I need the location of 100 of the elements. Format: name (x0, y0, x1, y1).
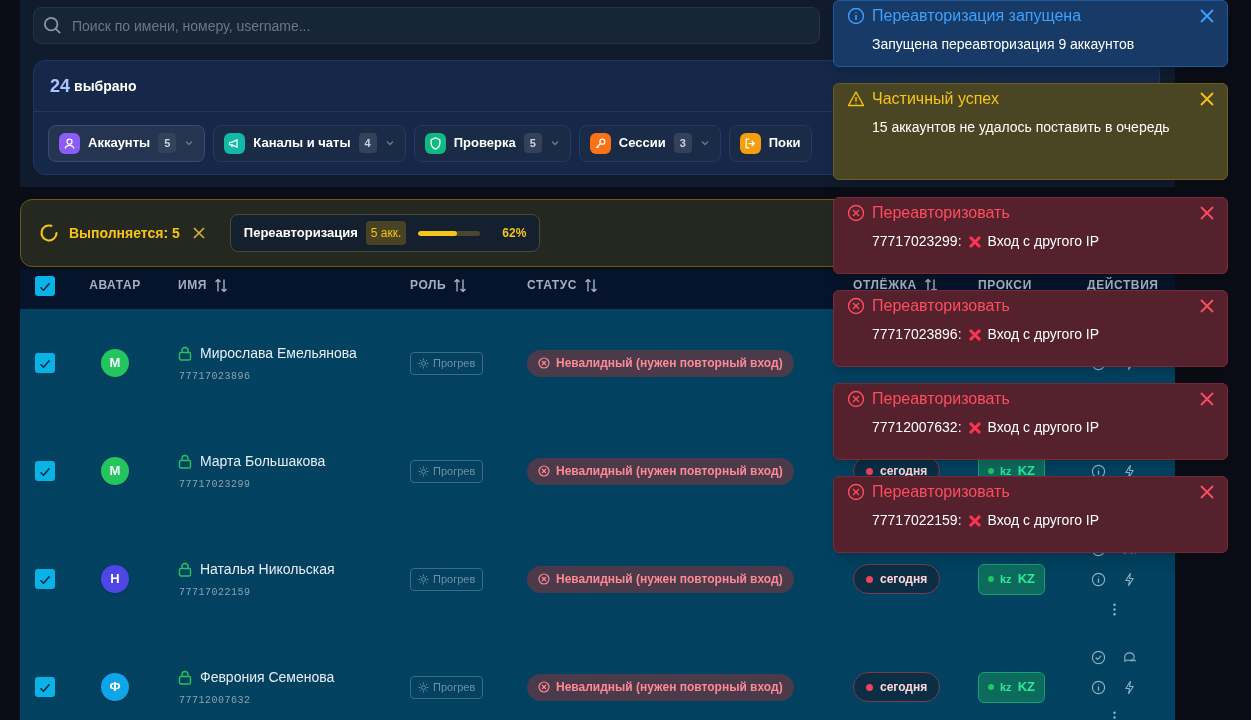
phone-number: 77717022159: (872, 511, 962, 530)
checkbox[interactable] (35, 677, 55, 697)
check-icon (40, 466, 50, 476)
action-chip[interactable]: Аккаунты 5 (48, 124, 206, 162)
count-badge: 5 (158, 132, 177, 154)
close-button[interactable] (1200, 206, 1214, 220)
warning-icon (847, 90, 865, 108)
close-button[interactable] (1200, 92, 1214, 106)
info-icon[interactable] (1090, 463, 1106, 479)
toast-message: Запущена переавторизация 9 аккаунтов (872, 35, 1136, 54)
check-icon (40, 358, 50, 368)
checkbox[interactable] (35, 569, 55, 589)
error-icon (538, 357, 550, 369)
toast-title: Переавторизовать (872, 296, 1011, 316)
search-icon (44, 17, 61, 34)
task-percent: 62% (502, 225, 527, 242)
close-icon (1200, 485, 1214, 499)
info-icon[interactable] (1090, 571, 1106, 587)
task-name: Переавторизация (243, 224, 358, 243)
close-icon (1200, 392, 1214, 406)
close-button[interactable] (191, 226, 206, 240)
role-badge: Прогрев (410, 675, 484, 699)
status-dot-icon (866, 683, 873, 691)
sun-icon (418, 681, 429, 693)
action-chip[interactable]: Проверка 5 (413, 124, 571, 162)
cross-icon (967, 234, 982, 249)
error-icon (847, 204, 865, 222)
search-field[interactable]: Поиск по имени, номеру, username... (33, 7, 820, 44)
chat-icon[interactable] (1121, 649, 1137, 665)
count-badge: 4 (358, 132, 377, 154)
checkbox[interactable] (35, 353, 55, 373)
close-icon (1200, 206, 1214, 220)
status-badge: Невалидный (нужен повторный вход) (527, 457, 794, 485)
close-icon (1200, 299, 1214, 313)
error-icon (538, 573, 550, 585)
role-badge: Прогрев (410, 459, 484, 483)
phone-number: 77712007632: (872, 418, 962, 437)
cross-icon (967, 327, 982, 342)
info-icon[interactable] (1090, 679, 1106, 695)
close-icon (1200, 92, 1214, 106)
phone-number: 77717022159 (178, 585, 252, 600)
avatar: Ф (101, 673, 129, 701)
phone-number: 77717023896: (872, 325, 962, 344)
error-icon (538, 465, 550, 477)
chevron-icon (384, 138, 395, 148)
close-button[interactable] (1200, 485, 1214, 499)
check-icon (40, 574, 50, 584)
last-seen-badge: сегодня (853, 672, 941, 702)
toast-title: Переавторизация запущена (872, 6, 1083, 26)
toast-message: Вход с другого IP (987, 511, 1100, 530)
avatar: М (101, 457, 129, 485)
phone-number: 77717023299 (178, 477, 252, 492)
last-seen-badge: сегодня (853, 564, 941, 594)
spinner-icon (39, 223, 59, 243)
chevron-icon (699, 138, 710, 148)
selected-label: выбрано (74, 76, 137, 96)
column-header: АВАТАР (89, 277, 141, 294)
avatar: М (101, 349, 129, 377)
error-icon (847, 483, 865, 501)
column-header: ИМЯ (178, 277, 208, 294)
status-dot-icon (988, 684, 994, 690)
sun-icon (418, 573, 429, 585)
phone-number: 77712007632 (178, 693, 252, 708)
column-header: СТАТУС (527, 277, 578, 294)
task-badge: 5 акк. (365, 221, 407, 245)
sun-icon (418, 465, 429, 477)
phone-number: 77717023299: (872, 232, 962, 251)
toast-title: Переавторизовать (872, 389, 1011, 409)
status-dot-icon (988, 468, 994, 474)
close-icon (191, 226, 206, 240)
sun-icon (418, 357, 429, 369)
avatar: Н (101, 565, 129, 593)
close-button[interactable] (1200, 9, 1214, 23)
close-button[interactable] (1200, 299, 1214, 313)
role-badge: Прогрев (410, 351, 484, 375)
checkbox[interactable] (35, 461, 55, 481)
proxy-badge: kz KZ (978, 671, 1045, 703)
toast-title: Частичный успех (872, 89, 1000, 109)
status-badge: Невалидный (нужен повторный вход) (527, 565, 794, 593)
error-icon (538, 681, 550, 693)
close-button[interactable] (1200, 392, 1214, 406)
error-icon (847, 297, 865, 315)
check-icon (40, 281, 50, 291)
action-chip[interactable]: Каналы и чаты 4 (213, 124, 406, 162)
toast-message: Вход с другого IP (987, 232, 1100, 251)
check-circle-icon[interactable] (1090, 649, 1106, 665)
action-chip[interactable]: Поки (728, 124, 812, 162)
action-chip[interactable]: Сессии 3 (578, 124, 721, 162)
status-badge: Невалидный (нужен повторный вход) (527, 349, 794, 377)
account-name: Мирослава Емельянова (200, 343, 357, 363)
chevron-icon (184, 138, 195, 148)
account-name: Феврония Семенова (200, 667, 335, 687)
cross-icon (967, 513, 982, 528)
column-header: ДЕЙСТВИЯ (1087, 276, 1159, 294)
checkbox[interactable] (35, 276, 55, 296)
status-dot-icon (866, 467, 873, 475)
proxy-badge: kz KZ (978, 563, 1045, 595)
account-name: Наталья Никольская (200, 559, 335, 579)
count-badge: 5 (523, 132, 542, 154)
column-header: ПРОКСИ (978, 277, 1032, 294)
